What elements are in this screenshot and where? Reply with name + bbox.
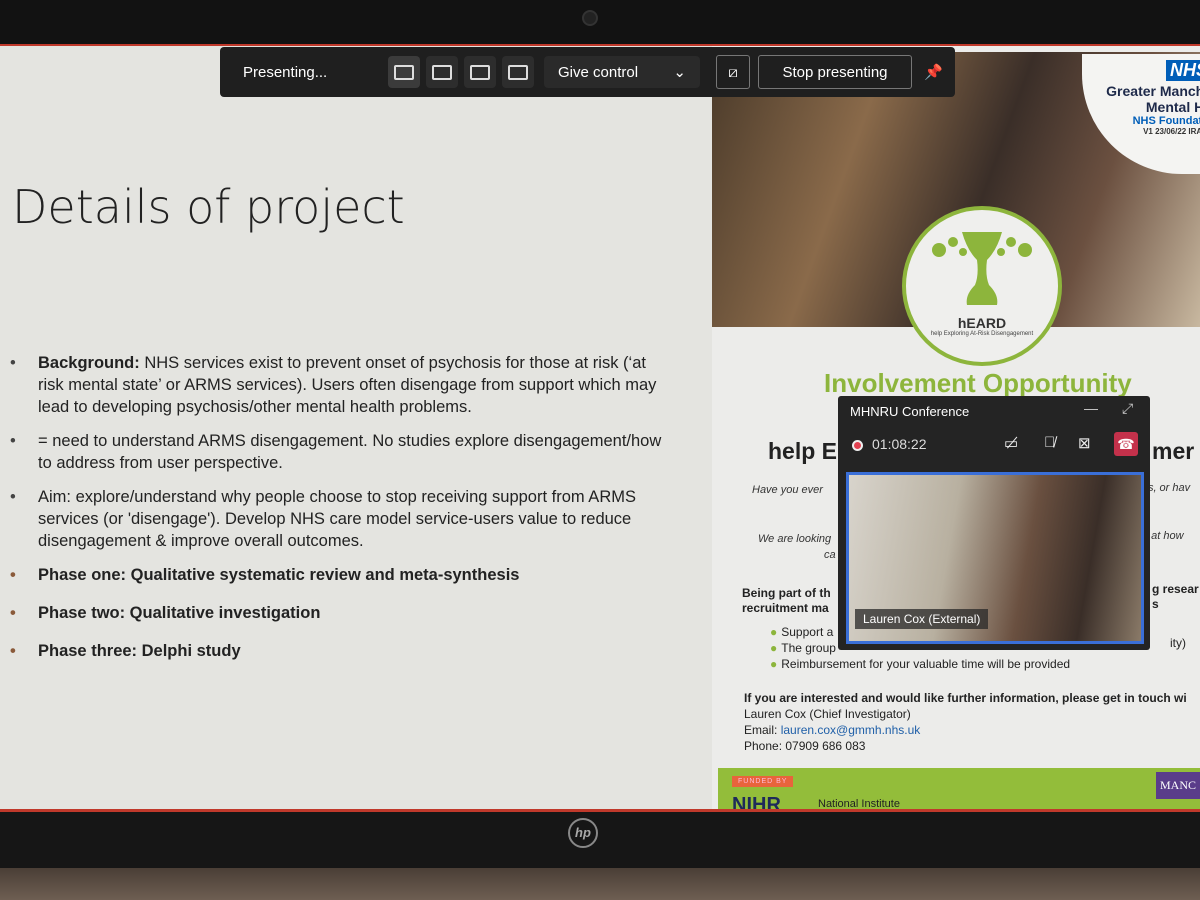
layout-side-by-side-button[interactable]: [464, 56, 496, 88]
poster-subheading: help E: [768, 438, 838, 464]
poster-text: recruitment ma: [742, 601, 829, 615]
nihr-name: National Institute: [818, 798, 900, 810]
call-timer: 01:08:22: [872, 436, 927, 452]
bullet-phase-three: Phase three: Delphi study: [10, 640, 675, 662]
heard-logo: hEARD help Exploring At-Risk Disengageme…: [902, 206, 1062, 366]
participant-name: Lauren Cox (External): [855, 609, 989, 629]
layout-icon: [432, 64, 452, 80]
mic-muted-icon[interactable]: 🎙̸: [1044, 434, 1055, 451]
org-line: NHS Foundatio: [1132, 115, 1200, 127]
contact-intro: If you are interested and would like fur…: [744, 691, 1187, 705]
email-label: Email:: [744, 723, 781, 737]
poster-text: g resear: [1152, 582, 1199, 596]
logo-name: hEARD: [957, 315, 1007, 331]
stop-presenting-button[interactable]: Stop presenting: [758, 55, 912, 89]
give-control-dropdown[interactable]: Give control ⌄: [544, 56, 700, 88]
contact-phone: Phone: 07909 686 083: [744, 739, 866, 753]
bullet-bold: Background:: [38, 354, 140, 372]
expand-icon[interactable]: ⤢: [1122, 400, 1133, 417]
nhs-badge: NHS: [1165, 60, 1200, 81]
give-control-label: Give control: [558, 63, 639, 81]
bullet-need: = need to understand ARMS disengagement.…: [10, 430, 675, 474]
phone-hangup-icon: ☎: [1117, 436, 1135, 452]
slide-title: Details of project: [12, 180, 405, 234]
poster-text: s: [1152, 597, 1159, 611]
presenting-toolbar: Presenting... Give control ⌄ ⧄ Stop prese…: [220, 47, 955, 97]
laptop-bezel-top: [0, 0, 1200, 48]
layout-icon: [394, 64, 414, 80]
faces-vase-icon: [932, 232, 1032, 305]
layout-content-only-button[interactable]: [388, 56, 420, 88]
poster-text: Being part of th: [742, 586, 831, 600]
version-text: V1 23/06/22 IRAS I: [1143, 127, 1200, 136]
bullet-background: Background: NHS services exist to preven…: [10, 352, 675, 418]
recording-icon: [852, 440, 863, 451]
org-line: Greater Manche: [1106, 83, 1200, 99]
funded-by-label: FUNDED BY: [732, 776, 794, 787]
poster-text: ity): [1170, 636, 1186, 650]
camera-off-icon[interactable]: ▭̸: [1004, 434, 1018, 452]
layout-standout-button[interactable]: [426, 56, 458, 88]
bullet-aim: Aim: explore/understand why people choos…: [10, 486, 675, 552]
contact-name: Lauren Cox (Chief Investigator): [744, 707, 911, 721]
org-line: Mental He: [1145, 99, 1200, 115]
participant-video: Lauren Cox (External): [846, 472, 1144, 644]
nihr-logo: NIHR: [732, 794, 781, 812]
webcam: [582, 10, 598, 26]
email-link[interactable]: lauren.cox@gmmh.nhs.uk: [781, 723, 921, 737]
logo-tagline: help Exploring At-Risk Disengagement: [930, 331, 1034, 337]
meeting-title: MHNRU Conference: [850, 404, 970, 419]
slide-bullets: Background: NHS services exist to preven…: [10, 352, 675, 678]
funder-banner: FUNDED BY NIHR National Institute MANC: [718, 768, 1200, 812]
poster-subheading-end: mer: [1152, 438, 1195, 464]
layout-icon: [470, 64, 490, 80]
poster-heading: Involvement Opportunity: [824, 368, 1132, 398]
bullet-phase-two: Phase two: Qualitative investigation: [10, 602, 675, 624]
laptop-bezel-bottom: [0, 812, 1200, 870]
hp-logo: hp: [568, 818, 598, 848]
stop-share-screen-button[interactable]: ⧄: [716, 55, 750, 89]
layout-icon: [508, 64, 528, 80]
screen: Details of project Background: NHS servi…: [0, 44, 1200, 812]
being-part-end: g resear s: [1152, 582, 1199, 612]
layout-reporter-button[interactable]: [502, 56, 534, 88]
stop-sharing-icon[interactable]: ⊠: [1078, 434, 1091, 452]
poster-text: ca: [824, 549, 836, 561]
chevron-down-icon: ⌄: [673, 64, 686, 81]
being-part: Being part of th recruitment ma: [742, 586, 831, 616]
poster-text: We are looking: [758, 533, 832, 545]
contact-block: If you are interested and would like fur…: [744, 690, 1187, 754]
laptop-base: [0, 868, 1200, 900]
minimize-icon[interactable]: —: [1084, 400, 1098, 416]
benefit-item: Reimbursement for your valuable time wil…: [770, 656, 1070, 672]
presenting-status: Presenting...: [243, 63, 328, 81]
poster-text: Have you ever: [752, 484, 823, 496]
screen-share-off-icon: ⧄: [728, 63, 738, 81]
meeting-mini-window[interactable]: MHNRU Conference — ⤢ 01:08:22 ▭̸ 🎙̸ ⊠ ☎ …: [838, 396, 1150, 650]
pin-icon[interactable]: 📌: [924, 63, 943, 81]
hang-up-button[interactable]: ☎: [1114, 432, 1138, 456]
bullet-phase-one: Phase one: Qualitative systematic review…: [10, 564, 675, 586]
university-logo: MANC: [1155, 772, 1200, 799]
